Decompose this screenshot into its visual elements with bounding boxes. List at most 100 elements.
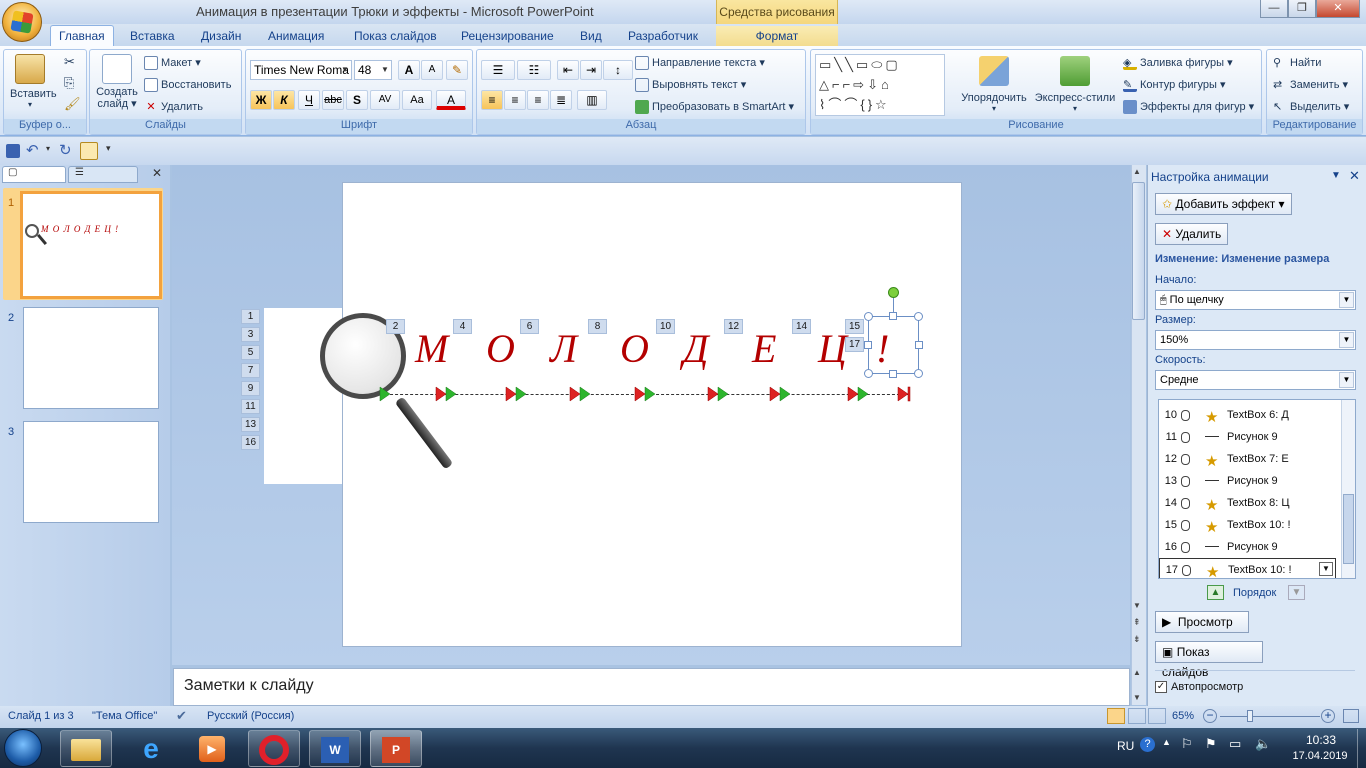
anim-tag[interactable]: 5 — [241, 345, 260, 360]
resize-handle[interactable] — [914, 369, 923, 378]
copy-icon[interactable]: ⎘ — [64, 75, 74, 91]
opera-taskbar-icon[interactable] — [248, 730, 300, 767]
start-combo[interactable]: 🖱 По щелчку ▼ — [1155, 290, 1356, 310]
normal-view-icon[interactable] — [1107, 708, 1125, 724]
close-pane-icon[interactable]: ✕ — [152, 166, 162, 180]
task-pane-close-icon[interactable]: ✕ — [1349, 168, 1360, 184]
grow-font-button[interactable]: A — [398, 60, 420, 80]
anim-tag[interactable]: 6 — [520, 319, 539, 334]
columns-icon[interactable]: ▥ — [577, 90, 607, 110]
format-painter-qat-icon[interactable] — [80, 142, 98, 160]
char-spacing-button[interactable]: AV — [370, 90, 400, 110]
preview-button[interactable]: ▶ Просмотр — [1155, 611, 1249, 633]
scroll-thumb[interactable] — [1132, 182, 1145, 320]
new-slide-button[interactable]: Создать слайд ▾ — [94, 54, 140, 110]
find-button[interactable]: ⚲ Найти — [1273, 56, 1321, 70]
resize-handle[interactable] — [864, 369, 873, 378]
clock-time[interactable]: 10:33 — [1298, 733, 1344, 747]
resize-handle[interactable] — [914, 312, 923, 321]
shape-effects-button[interactable]: Эффекты для фигур ▾ — [1123, 100, 1254, 115]
list-item[interactable]: 15 ★ TextBox 10: ! — [1159, 514, 1339, 536]
letter-e[interactable]: Е — [752, 325, 776, 372]
list-item[interactable]: 11 Рисунок 9 — [1159, 426, 1339, 448]
resize-handle[interactable] — [915, 341, 923, 349]
letter-o1[interactable]: О — [486, 325, 515, 372]
list-item[interactable]: 16 Рисунок 9 — [1159, 536, 1339, 558]
speed-combo[interactable]: Средне ▼ — [1155, 370, 1356, 390]
display-icon[interactable]: ▭ — [1229, 736, 1241, 752]
anim-tag[interactable]: 11 — [241, 399, 260, 414]
resize-handle[interactable] — [864, 341, 872, 349]
replace-button[interactable]: ⇄ Заменить ▾ — [1273, 78, 1348, 92]
smartart-button[interactable]: Преобразовать в SmartArt ▾ — [635, 100, 794, 115]
help-icon[interactable]: ? — [1140, 737, 1155, 752]
shapes-gallery[interactable]: ▭╲╲▭⬭▢ △⌐⌐⇨⇩⌂ ⌇⌒⌒{}☆ — [815, 54, 945, 116]
align-text-button[interactable]: Выровнять текст ▾ — [635, 78, 746, 93]
slide-thumbnail-1[interactable]: М О Л О Д Е Ц ! — [20, 191, 162, 299]
undo-dropdown-icon[interactable]: ▾ — [46, 144, 50, 153]
chevron-down-icon[interactable]: ▼ — [1319, 562, 1333, 576]
outline-tab[interactable]: ☰ — [68, 166, 138, 183]
zoom-level[interactable]: 65% — [1172, 710, 1194, 722]
remove-effect-button[interactable]: ✕ Удалить — [1155, 223, 1229, 245]
layout-button[interactable]: Макет ▾ — [144, 56, 201, 71]
text-direction-button[interactable]: Направление текста ▾ — [635, 56, 765, 71]
media-player-taskbar-icon[interactable]: ▶ — [186, 730, 238, 767]
letter-d[interactable]: Д — [683, 325, 708, 372]
letter-o2[interactable]: О — [620, 325, 649, 372]
zoom-slider-thumb[interactable] — [1247, 710, 1253, 722]
letter-m[interactable]: М — [415, 325, 448, 372]
task-pane-menu-icon[interactable]: ▼ — [1331, 170, 1341, 181]
powerpoint-taskbar-icon[interactable]: P — [370, 730, 422, 767]
prev-slide-icon[interactable]: ⇞ — [1133, 617, 1141, 628]
arrange-button[interactable]: Упорядочить ▾ — [957, 56, 1031, 113]
notes-scroll-down-icon[interactable]: ▼ — [1133, 693, 1141, 702]
anim-tag[interactable]: 14 — [792, 319, 811, 334]
zoom-in-icon[interactable]: + — [1321, 709, 1335, 723]
spellcheck-icon[interactable]: ✔ — [176, 708, 187, 724]
list-item[interactable]: 14 ★ TextBox 8: Ц — [1159, 492, 1339, 514]
move-down-icon[interactable]: ▼ — [1288, 585, 1305, 600]
resize-handle[interactable] — [889, 312, 897, 320]
slideshow-button[interactable]: ▣ Показ слайдов — [1155, 641, 1263, 679]
tab-animation[interactable]: Анимация — [260, 26, 332, 46]
anim-tag[interactable]: 1 — [241, 309, 260, 324]
autopreview-checkbox[interactable]: ✓ — [1155, 681, 1167, 693]
tab-format[interactable]: Формат — [716, 26, 838, 46]
shrink-font-button[interactable]: A — [421, 60, 443, 80]
tab-view[interactable]: Вид — [572, 26, 610, 46]
align-left-icon[interactable]: ≡ — [481, 90, 503, 110]
move-up-icon[interactable]: ▲ — [1207, 585, 1224, 600]
align-right-icon[interactable]: ≡ — [527, 90, 549, 110]
tray-expand-icon[interactable]: ▲ — [1162, 737, 1171, 747]
letter-ts[interactable]: Ц — [818, 325, 847, 372]
list-scrollbar[interactable] — [1341, 400, 1355, 578]
tab-insert[interactable]: Вставка — [122, 26, 183, 46]
justify-icon[interactable]: ≣ — [550, 90, 572, 110]
show-desktop-button[interactable] — [1357, 729, 1366, 768]
ie-taskbar-icon[interactable]: e — [125, 730, 177, 767]
slide-thumbnail-2[interactable] — [23, 307, 159, 409]
theme-name[interactable]: "Тема Office" — [92, 710, 157, 722]
cut-icon[interactable]: ✂ — [64, 54, 75, 70]
tab-developer[interactable]: Разработчик — [620, 26, 706, 46]
save-icon[interactable] — [6, 144, 20, 158]
notes-scroll-up-icon[interactable]: ▲ — [1133, 668, 1141, 677]
anim-tag[interactable]: 12 — [724, 319, 743, 334]
zoom-out-icon[interactable]: − — [1203, 709, 1217, 723]
resize-handle[interactable] — [889, 370, 897, 378]
anim-tag[interactable]: 13 — [241, 417, 260, 432]
list-item[interactable]: 10 ★ TextBox 6: Д — [1159, 404, 1339, 426]
customize-qat-icon[interactable]: ▾ — [106, 143, 111, 154]
add-effect-button[interactable]: ✩ Добавить эффект ▾ — [1155, 193, 1292, 215]
font-name-combo[interactable]: Times New Roma ▼ — [250, 60, 352, 80]
rotate-handle[interactable] — [888, 287, 899, 298]
word-taskbar-icon[interactable]: W — [309, 730, 361, 767]
letter-l[interactable]: Л — [550, 325, 577, 372]
select-button[interactable]: ↖ Выделить ▾ — [1273, 100, 1349, 114]
selection-frame[interactable] — [868, 316, 919, 374]
minimize-button[interactable]: — — [1260, 0, 1288, 18]
change-case-button[interactable]: Aa — [402, 90, 432, 110]
strikethrough-button[interactable]: abc — [322, 90, 344, 110]
zoom-slider[interactable] — [1220, 716, 1320, 717]
